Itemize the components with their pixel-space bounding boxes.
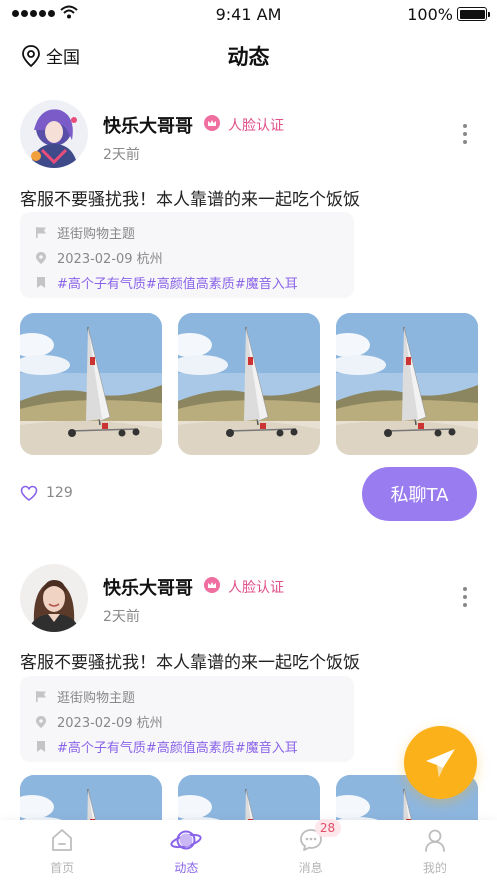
topic-label: 逛街购物主题 [57, 691, 136, 706]
hashtag-list: #高个子有气质#高颜值高素质#魔音入耳 [57, 273, 298, 292]
home-icon [52, 829, 73, 851]
more-options-icon[interactable] [458, 587, 472, 611]
hashtag[interactable]: #高个子有气质 [57, 277, 146, 292]
profile-icon [424, 829, 445, 852]
tab-label: 动态 [174, 861, 199, 875]
nav-bar: 全国 动态 [0, 30, 497, 82]
hashtag-list: #高个子有气质#高颜值高素质#魔音入耳 [57, 737, 298, 756]
location-selector[interactable]: 全国 [20, 43, 80, 68]
avatar[interactable] [20, 564, 88, 632]
status-bar: 9:41 AM 100% [0, 0, 497, 30]
post-time: 2天前 [103, 147, 140, 163]
face-verified-badge: 人脸认证 [228, 580, 284, 596]
date-city: 2023-02-09 杭州 [57, 716, 163, 731]
flag-icon [34, 226, 48, 239]
planet-icon [170, 830, 202, 850]
unread-badge: 28 [314, 819, 341, 837]
battery-percent: 100% [407, 5, 453, 24]
tab-messages[interactable]: 28 消息 [249, 819, 373, 883]
tab-label: 消息 [298, 861, 323, 875]
username[interactable]: 快乐大哥哥 [103, 574, 193, 600]
hashtag[interactable]: #魔音入耳 [235, 277, 298, 292]
location-pin-icon [22, 44, 40, 67]
tab-label: 我的 [422, 861, 447, 875]
tab-profile[interactable]: 我的 [373, 820, 497, 883]
like-button[interactable]: 129 [20, 485, 73, 501]
location-dot-icon [34, 251, 48, 265]
hashtag[interactable]: #魔音入耳 [235, 741, 298, 756]
crown-icon [204, 115, 220, 131]
hashtag[interactable]: #高颜值高素质 [146, 741, 235, 756]
post-tag-card: 逛街购物主题 2023-02-09 杭州 #高个子有气质#高颜值高素质#魔音入耳 [20, 212, 354, 298]
tab-label: 首页 [50, 861, 75, 875]
paper-plane-icon [425, 748, 455, 777]
location-label: 全国 [46, 48, 80, 68]
hashtag[interactable]: #高个子有气质 [57, 741, 146, 756]
bookmark-icon [34, 740, 48, 753]
battery-icon [457, 7, 490, 21]
flag-icon [34, 690, 48, 703]
face-verified-badge: 人脸认证 [228, 118, 284, 134]
topic-label: 逛街购物主题 [57, 227, 136, 242]
post-tag-card: 逛街购物主题 2023-02-09 杭州 #高个子有气质#高颜值高素质#魔音入耳 [20, 676, 354, 762]
post-text: 客服不要骚扰我！本人靠谱的来一起吃个饭饭 [20, 190, 360, 210]
post-photo[interactable] [178, 313, 320, 455]
post-text: 客服不要骚扰我！本人靠谱的来一起吃个饭饭 [20, 653, 360, 673]
crown-icon [204, 577, 220, 593]
like-count: 129 [46, 485, 73, 501]
bookmark-icon [34, 276, 48, 289]
heart-icon [20, 485, 38, 501]
location-dot-icon [34, 715, 48, 729]
post-photo[interactable] [20, 313, 162, 455]
tab-moments[interactable]: 动态 [124, 820, 248, 883]
tab-bar: 首页 动态 28 消息 我的 [0, 819, 497, 883]
tab-home[interactable]: 首页 [0, 820, 124, 883]
post-time: 2天前 [103, 609, 140, 625]
post-photo[interactable] [336, 313, 478, 455]
photo-grid [20, 313, 478, 455]
avatar[interactable] [20, 100, 88, 168]
date-city: 2023-02-09 杭州 [57, 252, 163, 267]
private-chat-button[interactable]: 私聊TA [362, 467, 477, 521]
publish-button[interactable] [404, 726, 477, 799]
more-options-icon[interactable] [458, 124, 472, 148]
username[interactable]: 快乐大哥哥 [103, 112, 193, 138]
hashtag[interactable]: #高颜值高素质 [146, 277, 235, 292]
